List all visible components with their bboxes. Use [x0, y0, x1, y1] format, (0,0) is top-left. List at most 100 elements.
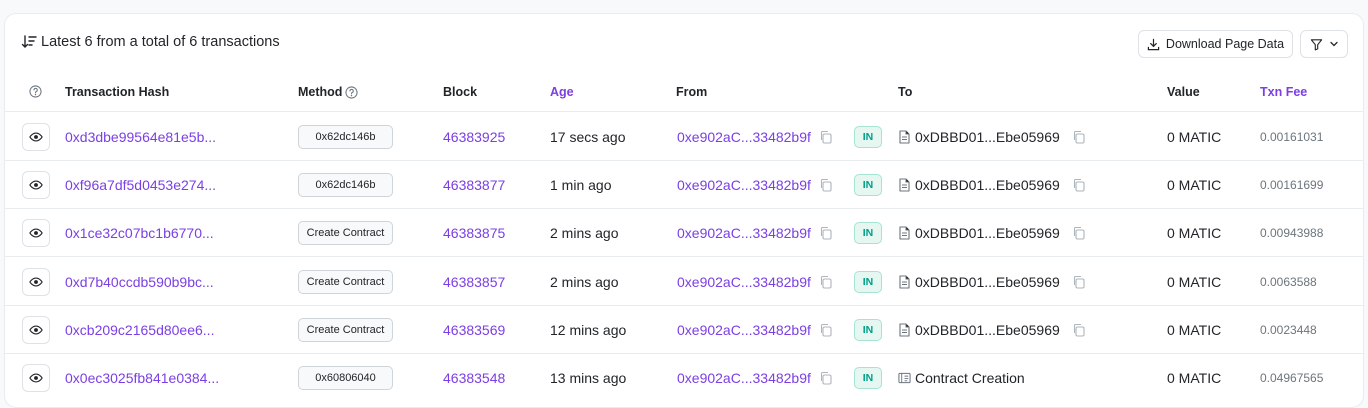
to-address-cell: 0xDBBD01...Ebe05969	[898, 306, 1086, 354]
transaction-hash-link[interactable]: 0xf96a7df5d0453e274...	[65, 161, 216, 209]
table-column-headers: Transaction Hash Method Block Age From T…	[5, 76, 1363, 112]
table-row: 0xd3dbe99564e81e5b... 0x62dc146b 4638392…	[5, 113, 1363, 161]
quick-view-button[interactable]	[22, 171, 50, 200]
age-text: 1 min ago	[550, 177, 612, 194]
quick-view-button[interactable]	[22, 267, 50, 296]
to-address-text[interactable]: 0xDBBD01...Ebe05969	[915, 225, 1060, 241]
copy-icon[interactable]	[819, 371, 833, 385]
age-text: 2 mins ago	[550, 225, 619, 242]
transaction-hash-link[interactable]: 0x0ec3025fb841e0384...	[65, 354, 219, 402]
txn-fee-text: 0.00161031	[1260, 130, 1324, 144]
chevron-down-icon	[1329, 41, 1338, 47]
eye-icon	[29, 277, 43, 287]
table-row: 0xcb209c2165d80ee6... Create Contract 46…	[5, 306, 1363, 354]
download-page-data-button[interactable]: Download Page Data	[1138, 30, 1293, 58]
age-text: 13 mins ago	[550, 370, 627, 386]
copy-icon[interactable]	[1072, 178, 1086, 192]
column-to: To	[898, 85, 913, 99]
to-address-text[interactable]: 0xDBBD01...Ebe05969	[915, 322, 1060, 338]
value-text: 0 MATIC	[1167, 129, 1222, 145]
quick-view-button[interactable]	[22, 364, 50, 392]
from-address-cell: 0xe902aC...33482b9f	[677, 113, 833, 161]
contract-creation-icon	[898, 372, 911, 384]
method-badge: 0x60806040	[298, 366, 393, 390]
txn-fee-text: 0.0023448	[1260, 322, 1317, 337]
direction-badge: IN	[854, 318, 882, 341]
to-address-text: Contract Creation	[915, 370, 1025, 386]
method-badge: Create Contract	[298, 317, 393, 342]
filter-dropdown-button[interactable]	[1300, 30, 1348, 58]
block-link[interactable]: 46383857	[443, 258, 505, 306]
quick-view-button[interactable]	[22, 219, 50, 248]
copy-icon[interactable]	[819, 226, 833, 240]
age-text: 2 mins ago	[550, 273, 619, 290]
contract-file-icon	[899, 178, 910, 192]
table-row: 0xf96a7df5d0453e274... 0x62dc146b 463838…	[5, 161, 1363, 210]
quick-view-button[interactable]	[22, 123, 50, 151]
column-age-toggle[interactable]: Age	[550, 85, 574, 99]
contract-file-icon	[899, 323, 910, 337]
eye-icon	[29, 180, 43, 190]
from-address-link[interactable]: 0xe902aC...33482b9f	[677, 370, 811, 386]
from-address-link[interactable]: 0xe902aC...33482b9f	[677, 129, 811, 145]
copy-icon[interactable]	[819, 275, 833, 289]
transaction-hash-link[interactable]: 0x1ce32c07bc1b6770...	[65, 209, 214, 257]
direction-badge: IN	[854, 126, 882, 148]
help-icon-column[interactable]	[29, 85, 42, 98]
to-address-text[interactable]: 0xDBBD01...Ebe05969	[915, 274, 1060, 290]
copy-icon[interactable]	[819, 178, 833, 192]
value-text: 0 MATIC	[1167, 177, 1222, 194]
transaction-hash-link[interactable]: 0xd7b40ccdb590b9bc...	[65, 258, 214, 306]
to-address-text[interactable]: 0xDBBD01...Ebe05969	[915, 177, 1060, 193]
value-text: 0 MATIC	[1167, 273, 1222, 290]
age-text: 12 mins ago	[550, 321, 627, 338]
transaction-hash-link[interactable]: 0xcb209c2165d80ee6...	[65, 306, 214, 354]
direction-badge: IN	[854, 222, 882, 245]
copy-icon[interactable]	[1072, 323, 1086, 337]
from-address-link[interactable]: 0xe902aC...33482b9f	[677, 177, 811, 193]
age-text: 17 secs ago	[550, 129, 626, 145]
value-text: 0 MATIC	[1167, 321, 1222, 338]
copy-icon[interactable]	[819, 130, 833, 144]
eye-icon	[29, 325, 43, 335]
direction-badge: IN	[854, 174, 882, 197]
copy-icon[interactable]	[1072, 130, 1086, 144]
table-row: 0x1ce32c07bc1b6770... Create Contract 46…	[5, 209, 1363, 258]
column-transaction-hash: Transaction Hash	[65, 85, 170, 99]
column-method: Method	[298, 85, 359, 99]
download-icon	[1147, 38, 1160, 50]
column-txn-fee-toggle[interactable]: Txn Fee	[1260, 85, 1307, 99]
table-header-bar: Latest 6 from a total of 6 transactions …	[5, 14, 1363, 72]
contract-file-icon	[899, 130, 910, 144]
contract-file-icon	[899, 226, 910, 240]
value-text: 0 MATIC	[1167, 370, 1222, 386]
block-link[interactable]: 46383925	[443, 113, 505, 161]
column-method-label: Method	[298, 85, 343, 99]
block-link[interactable]: 46383877	[443, 161, 505, 209]
transactions-card: Latest 6 from a total of 6 transactions …	[4, 13, 1364, 408]
quick-view-button[interactable]	[22, 315, 50, 344]
from-address-cell: 0xe902aC...33482b9f	[677, 161, 833, 209]
transactions-summary: Latest 6 from a total of 6 transactions	[21, 34, 280, 50]
column-block: Block	[443, 85, 478, 99]
block-link[interactable]: 46383569	[443, 306, 505, 354]
transaction-hash-link[interactable]: 0xd3dbe99564e81e5b...	[65, 113, 216, 161]
txn-fee-text: 0.00161699	[1260, 178, 1324, 193]
filter-icon	[1310, 38, 1322, 50]
to-address-text[interactable]: 0xDBBD01...Ebe05969	[915, 129, 1060, 145]
block-link[interactable]: 46383548	[443, 354, 505, 402]
txn-fee-text: 0.04967565	[1260, 371, 1324, 385]
from-address-cell: 0xe902aC...33482b9f	[677, 258, 833, 306]
block-link[interactable]: 46383875	[443, 209, 505, 257]
method-badge: 0x62dc146b	[298, 125, 393, 149]
from-address-link[interactable]: 0xe902aC...33482b9f	[677, 322, 811, 338]
from-address-link[interactable]: 0xe902aC...33482b9f	[677, 274, 811, 290]
copy-icon[interactable]	[819, 323, 833, 337]
method-badge: Create Contract	[298, 269, 393, 294]
question-circle-icon[interactable]	[345, 85, 359, 99]
sort-descending-icon	[21, 35, 37, 48]
from-address-link[interactable]: 0xe902aC...33482b9f	[677, 225, 811, 241]
column-value: Value	[1167, 85, 1200, 99]
copy-icon[interactable]	[1072, 275, 1086, 289]
copy-icon[interactable]	[1072, 226, 1086, 240]
